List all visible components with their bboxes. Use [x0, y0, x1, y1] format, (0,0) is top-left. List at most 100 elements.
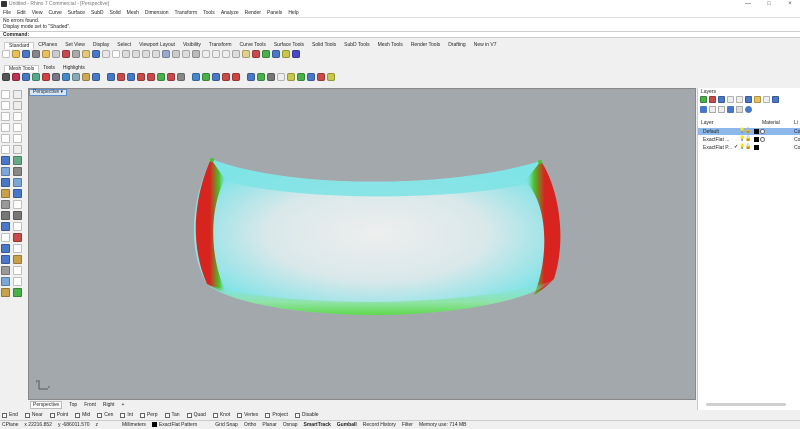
explode-icon[interactable]	[13, 222, 22, 231]
lock-open-icon[interactable]: 🔓	[745, 144, 751, 150]
mesh-heal-icon[interactable]	[317, 73, 325, 81]
tab-tools[interactable]: Tools	[39, 65, 59, 71]
mesh-flip-icon[interactable]	[232, 73, 240, 81]
polyline-icon[interactable]	[1, 101, 10, 110]
mesh-split-icon[interactable]	[167, 73, 175, 81]
dimension-icon[interactable]	[13, 244, 22, 253]
perspective-viewport[interactable]: Perspective ▾ x y	[28, 88, 696, 400]
mesh-analyze-icon[interactable]	[267, 73, 275, 81]
move-up-icon[interactable]	[727, 96, 734, 103]
tab-mesh-tools[interactable]: Mesh Tools	[374, 42, 407, 48]
save-icon[interactable]	[22, 50, 30, 58]
options-icon[interactable]	[272, 50, 280, 58]
tab-set-view[interactable]: Set View	[61, 42, 89, 48]
mesh-patch-icon[interactable]	[72, 73, 80, 81]
smarttrack-toggle[interactable]: SmartTrack	[304, 422, 331, 428]
mesh-tool-icon[interactable]	[1, 211, 10, 220]
mesh-extract-icon[interactable]	[192, 73, 200, 81]
boolean-difference-icon[interactable]	[13, 189, 22, 198]
mesh-boolean-intersect-icon[interactable]	[157, 73, 165, 81]
osnap-mid[interactable]: Mid	[75, 412, 90, 418]
array-icon[interactable]	[1, 255, 10, 264]
box-icon[interactable]	[1, 178, 10, 187]
mesh-collapse-icon[interactable]	[277, 73, 285, 81]
menu-render[interactable]: Render	[245, 10, 261, 16]
fillet-edge-icon[interactable]	[1, 200, 10, 209]
osnap-cen[interactable]: Cen	[97, 412, 113, 418]
join-icon[interactable]	[1, 222, 10, 231]
command-line[interactable]: Command:	[0, 31, 800, 38]
osnap-vertex[interactable]: Vertex	[237, 412, 258, 418]
tab-select[interactable]: Select	[113, 42, 135, 48]
import-icon[interactable]	[42, 50, 50, 58]
tab-display[interactable]: Display	[89, 42, 113, 48]
menu-subd[interactable]: SubD	[91, 10, 104, 16]
layers-horizontal-scrollbar[interactable]	[706, 403, 786, 406]
ortho-toggle[interactable]: Ortho	[244, 422, 257, 428]
help-icon[interactable]	[292, 50, 300, 58]
cage-edit-icon[interactable]	[13, 211, 22, 220]
current-layer-check-icon[interactable]: ✓	[734, 144, 738, 150]
menu-mesh[interactable]: Mesh	[127, 10, 139, 16]
mesh-triangulate-icon[interactable]	[287, 73, 295, 81]
mesh-align-icon[interactable]	[307, 73, 315, 81]
tab-drafting[interactable]: Drafting	[444, 42, 470, 48]
zoom-extents-icon[interactable]	[142, 50, 150, 58]
units-label[interactable]: Millimeters	[122, 422, 146, 428]
sphere-icon[interactable]	[13, 178, 22, 187]
menu-panels[interactable]: Panels	[267, 10, 282, 16]
mesh-smooth-icon[interactable]	[212, 73, 220, 81]
new-file-icon[interactable]	[2, 50, 10, 58]
snap-icon[interactable]	[13, 266, 22, 275]
tab-surface-tools[interactable]: Surface Tools	[270, 42, 308, 48]
lock-icon[interactable]	[222, 50, 230, 58]
menu-edit[interactable]: Edit	[17, 10, 26, 16]
osnap-int[interactable]: Int	[120, 412, 133, 418]
menu-tools[interactable]: Tools	[203, 10, 215, 16]
object-properties-icon[interactable]	[242, 50, 250, 58]
zoom-dynamic-icon[interactable]	[122, 50, 130, 58]
tab-solid-tools[interactable]: Solid Tools	[308, 42, 340, 48]
viewport-tab-front[interactable]: Front	[84, 402, 96, 408]
mesh-boolean-union-icon[interactable]	[137, 73, 145, 81]
current-layer-indicator[interactable]: ExactFlat Pattern	[151, 422, 197, 428]
material-swatch[interactable]	[760, 137, 765, 142]
mesh-offset-icon[interactable]	[202, 73, 210, 81]
linetype-column-header[interactable]: Li	[794, 120, 798, 126]
text-icon[interactable]	[1, 244, 10, 253]
cut-icon[interactable]	[62, 50, 70, 58]
osnap-knot[interactable]: Knot	[212, 412, 230, 418]
mesh-icon[interactable]	[2, 73, 10, 81]
mesh-unify-normals-icon[interactable]	[222, 73, 230, 81]
layer-row[interactable]: ExactFlat ... 💡 🔓 Co	[698, 136, 800, 143]
mesh-from-surface-icon[interactable]	[82, 73, 90, 81]
minimize-button[interactable]: —	[738, 0, 758, 9]
cplane-icon[interactable]	[182, 50, 190, 58]
viewport-tab-right[interactable]: Right	[103, 402, 115, 408]
loft-icon[interactable]	[13, 167, 22, 176]
four-view-icon[interactable]	[172, 50, 180, 58]
osnap-point[interactable]: Point	[49, 412, 68, 418]
move-icon[interactable]	[13, 200, 22, 209]
polygon-icon[interactable]	[13, 123, 22, 132]
collapse-icon[interactable]	[700, 106, 707, 113]
tab-render-tools[interactable]: Render Tools	[407, 42, 444, 48]
mesh-quad-remesh-icon[interactable]	[257, 73, 265, 81]
tab-mesh-tools-secondary[interactable]: Mesh Tools	[4, 64, 40, 72]
render-tool-icon[interactable]	[1, 288, 10, 297]
osnap-toggle[interactable]: Osnap	[283, 422, 298, 428]
mesh-boolean-difference-icon[interactable]	[147, 73, 155, 81]
osnap-near[interactable]: Near	[24, 412, 43, 418]
menu-analyze[interactable]: Analyze	[221, 10, 239, 16]
check-icon[interactable]	[13, 277, 22, 286]
new-layer-icon[interactable]	[700, 96, 707, 103]
boolean-union-icon[interactable]	[1, 189, 10, 198]
osnap-disable[interactable]: Disable	[294, 412, 319, 418]
arc-icon[interactable]	[1, 145, 10, 154]
tab-viewport-layout[interactable]: Viewport Layout	[135, 42, 179, 48]
properties-icon[interactable]	[52, 50, 60, 58]
mesh-plane-icon[interactable]	[32, 73, 40, 81]
layer-tools-icon[interactable]	[754, 96, 761, 103]
layer-color-swatch[interactable]	[754, 137, 759, 142]
layer-filter-icon[interactable]	[745, 96, 752, 103]
